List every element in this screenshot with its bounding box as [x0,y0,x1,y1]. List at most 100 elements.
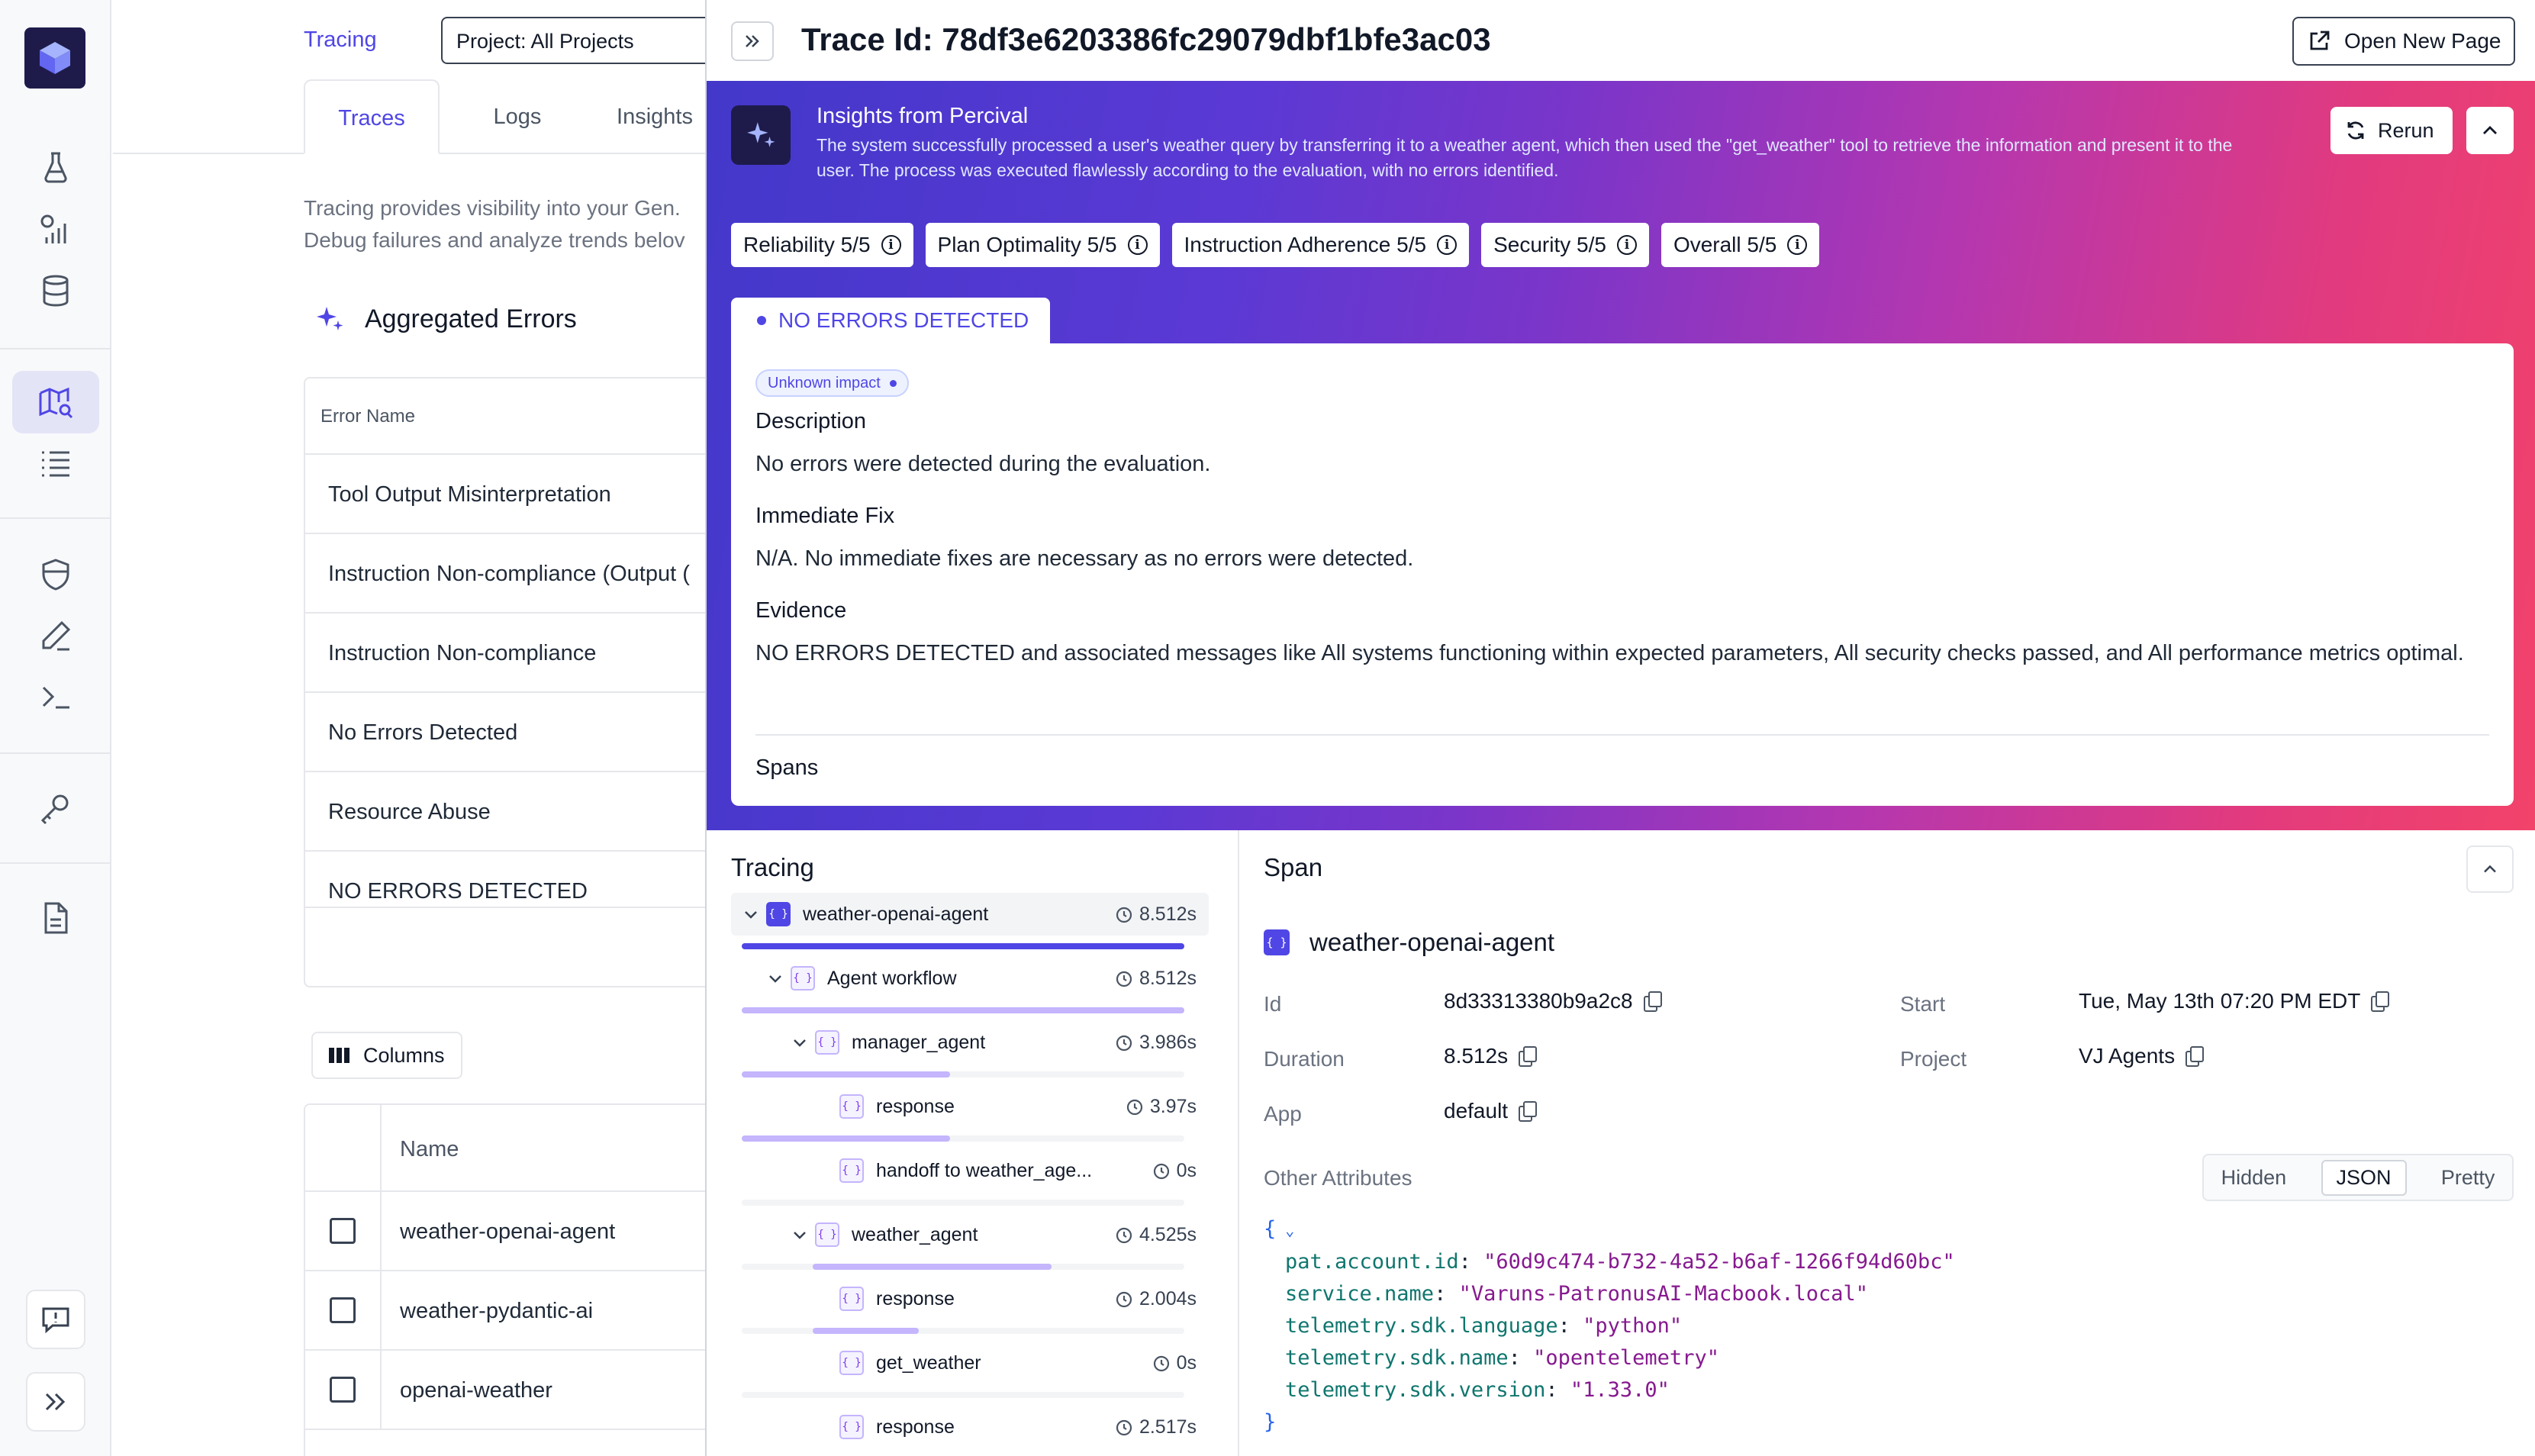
collapse-drawer-button[interactable] [731,21,774,61]
span-type-icon: { } [766,902,791,926]
span-tree-node[interactable]: { } response 2.004s [731,1277,1209,1320]
info-icon[interactable]: i [1437,235,1458,255]
chart-icon[interactable] [29,203,82,256]
clock-icon [1116,1291,1132,1307]
logo-cube-icon[interactable] [24,27,85,89]
tracing-page: Tracing Project: All Projects Traces Log… [113,0,705,1456]
tab-insights[interactable]: Insights [594,79,705,154]
span-name: weather-openai-agent [1309,928,1555,956]
tab-logs[interactable]: Logs [464,79,571,154]
view-mode-hidden[interactable]: Hidden [2221,1166,2287,1190]
table-row[interactable]: No Errors Detected [305,693,705,772]
span-tree-node[interactable]: { } Agent workflow 8.512s [731,957,1209,1000]
flask-icon[interactable] [29,140,82,194]
clock-icon [1116,1419,1132,1435]
info-icon[interactable]: i [1127,235,1148,255]
key-icon[interactable] [29,781,82,835]
span-tree-node[interactable]: { } response 2.517s [731,1406,1209,1448]
span-node-duration: 8.512s [1115,968,1197,990]
divider [1238,830,1239,1456]
errors-table: Error Name Tool Output Misinterpretation… [304,377,705,987]
description-text: No errors were detected during the evalu… [755,452,1211,476]
span-timeline-bar [812,1264,1052,1270]
terminal-icon[interactable] [29,670,82,723]
row-checkbox[interactable] [330,1377,356,1403]
copy-icon[interactable] [2371,991,2390,1012]
score-badge[interactable]: Instruction Adherence 5/5 i [1171,223,1470,267]
table-row[interactable]: Instruction Non-compliance [305,614,705,693]
list-icon[interactable] [29,436,82,490]
span-node-name: get_weather [876,1352,981,1374]
span-node-name: manager_agent [852,1032,986,1053]
row-checkbox[interactable] [330,1218,356,1244]
breadcrumb-title[interactable]: Tracing [304,27,377,53]
score-badge[interactable]: Plan Optimality 5/5 i [925,223,1160,267]
tab-traces[interactable]: Traces [304,79,440,154]
spans-heading[interactable]: Spans [755,755,818,781]
span-tree-node[interactable]: { } weather-openai-agent 8.512s [731,893,1209,936]
chevron-down-icon[interactable] [791,1226,809,1244]
span-node-duration: 2.517s [1115,1416,1197,1438]
span-type-icon: { } [815,1030,839,1055]
span-tree-node[interactable]: { } response 3.97s [731,1085,1209,1128]
span-tree-node[interactable]: { } manager_agent 3.986s [731,1021,1209,1064]
span-node-duration: 2.004s [1115,1288,1197,1310]
span-tree-node[interactable]: { } handoff to weather_age... 0s [731,1149,1209,1192]
expand-icon[interactable] [26,1372,85,1432]
view-mode-pretty[interactable]: Pretty [2441,1166,2495,1190]
span-timeline-track [742,1200,1184,1206]
chevron-down-icon[interactable] [766,969,784,987]
columns-button[interactable]: Columns [311,1032,462,1079]
span-type-icon: { } [839,1351,864,1375]
app-label: App [1264,1102,1302,1126]
copy-icon[interactable] [1519,1046,1538,1067]
chevron-down-icon[interactable] [742,905,760,923]
table-row[interactable]: weather-openai-agent [305,1192,705,1271]
double-chevron-right-icon [746,35,759,47]
description-heading: Description [755,409,867,433]
info-icon[interactable]: i [1787,235,1808,255]
view-mode-json[interactable]: JSON [2321,1159,2407,1196]
map-search-icon[interactable] [12,371,99,433]
immediate-fix-text: N/A. No immediate fixes are necessary as… [755,546,1414,571]
table-row[interactable]: Tool Output Misinterpretation [305,455,705,534]
span-tree-node[interactable]: { } weather_agent 4.525s [731,1213,1209,1256]
clock-icon [1153,1163,1169,1179]
copy-icon[interactable] [1643,991,1662,1012]
span-timeline-bar [742,1135,950,1142]
open-new-page-button[interactable]: Open New Page [2292,17,2515,66]
project-select[interactable]: Project: All Projects [441,17,705,64]
collapse-insights-button[interactable] [2466,107,2514,154]
collapse-span-button[interactable] [2466,846,2514,893]
table-row[interactable]: Instruction Non-compliance (Output ( [305,534,705,614]
app-value: default [1444,1099,1538,1123]
rerun-button[interactable]: Rerun [2330,107,2453,154]
icon-sidebar [0,0,111,1456]
chevron-down-icon[interactable] [791,1033,809,1052]
feedback-icon[interactable] [26,1290,85,1349]
pencil-icon[interactable] [29,609,82,662]
shield-icon[interactable] [29,548,82,601]
json-open-brace[interactable]: { ⌄ [1264,1213,1955,1246]
table-row[interactable]: NO ERRORS DETECTED [305,852,705,908]
attributes-json: { ⌄ pat.account.id: "60d9c474-b732-4a52-b… [1264,1213,1955,1438]
copy-icon[interactable] [1519,1101,1538,1122]
table-row[interactable]: Resource Abuse [305,772,705,852]
span-node-duration: 4.525s [1115,1224,1197,1246]
json-close-brace: } [1264,1410,1277,1434]
copy-icon[interactable] [2186,1046,2205,1067]
aggregated-errors-heading: Aggregated Errors [314,304,577,334]
info-icon[interactable]: i [1616,235,1637,255]
tab-no-errors-detected[interactable]: NO ERRORS DETECTED [731,298,1050,343]
table-row[interactable]: weather-pydantic-ai [305,1271,705,1351]
score-badge[interactable]: Reliability 5/5 i [731,223,913,267]
document-icon[interactable] [29,891,82,945]
score-badge[interactable]: Security 5/5 i [1481,223,1649,267]
row-checkbox[interactable] [330,1297,356,1323]
clock-icon [1116,971,1132,987]
info-icon[interactable]: i [881,235,901,255]
table-row[interactable]: openai-weather [305,1351,705,1430]
span-tree-node[interactable]: { } get_weather 0s [731,1342,1209,1384]
database-icon[interactable] [29,264,82,317]
score-badge[interactable]: Overall 5/5 i [1660,223,1820,267]
